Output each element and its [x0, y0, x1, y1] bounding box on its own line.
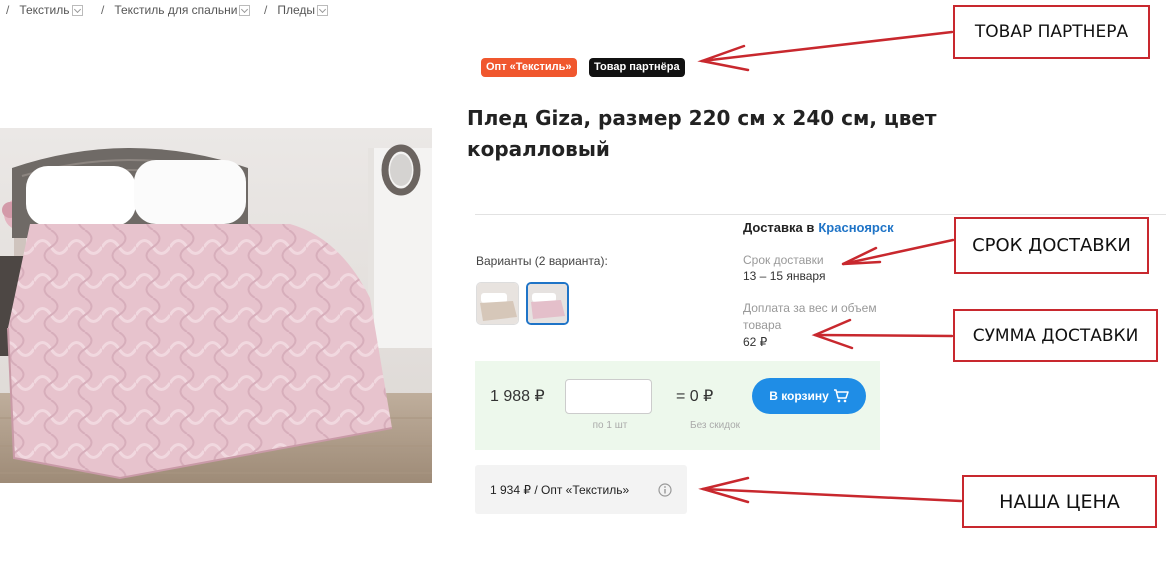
callout-delivery-term: СРОК ДОСТАВКИ: [954, 217, 1149, 274]
callout-our-price: НАША ЦЕНА: [962, 475, 1157, 528]
partner-badge: Товар партнёра: [589, 58, 685, 77]
arrow-delivery-term: [841, 238, 955, 266]
product-image[interactable]: [0, 128, 432, 483]
add-to-cart-label: В корзину: [769, 389, 829, 403]
delivery-city-link[interactable]: Красноярск: [818, 220, 893, 235]
breadcrumb-item-textile[interactable]: / Текстиль: [6, 3, 83, 17]
delivery-surcharge-value: 62 ₽: [743, 335, 768, 349]
breadcrumb-label[interactable]: Пледы: [277, 3, 315, 17]
callout-delivery-sum: СУММА ДОСТАВКИ: [953, 309, 1158, 362]
delivery-heading: Доставка в Красноярск: [743, 220, 894, 235]
chevron-down-icon[interactable]: [317, 4, 329, 16]
variants-label: Варианты (2 варианта):: [476, 254, 608, 268]
callout-partner: ТОВАР ПАРТНЕРА: [953, 5, 1150, 59]
chevron-down-icon[interactable]: [71, 4, 83, 16]
unit-price: 1 988 ₽: [490, 388, 545, 405]
product-title: Плед Giza, размер 220 см х 240 см, цвет …: [467, 106, 937, 161]
seller-badge[interactable]: Опт «Текстиль»: [481, 58, 577, 77]
delivery-heading-label: Доставка в: [743, 220, 815, 235]
quantity-input[interactable]: [565, 379, 652, 414]
breadcrumb-label[interactable]: Текстиль: [19, 3, 69, 17]
breadcrumb-separator: /: [6, 3, 10, 17]
variant-thumbnail-image: [477, 283, 518, 324]
breadcrumb-item-bedroom-textile[interactable]: / Текстиль для спальни: [101, 3, 251, 17]
arrow-our-price: [698, 476, 963, 504]
arrow-partner: [697, 30, 954, 72]
delivery-term-value: 13 – 15 января: [743, 269, 826, 283]
breadcrumb-separator: /: [101, 3, 105, 17]
delivery-surcharge-label: Доплата за вес и объем товара: [743, 301, 877, 332]
breadcrumb-separator: /: [264, 3, 268, 17]
quantity-note: по 1 шт: [592, 420, 628, 431]
variant-thumbnail-selected[interactable]: [526, 282, 569, 325]
breadcrumb-item-blankets[interactable]: / Пледы: [264, 3, 329, 17]
discount-note: Без скидок: [690, 420, 740, 431]
chevron-down-icon[interactable]: [239, 4, 251, 16]
cart-icon: [833, 389, 849, 403]
our-price-text: 1 934 ₽ / Опт «Текстиль»: [490, 483, 630, 497]
bed-illustration: [0, 128, 432, 483]
info-icon[interactable]: [658, 483, 672, 497]
variant-thumbnail-image: [528, 284, 567, 323]
delivery-term-label: Срок доставки: [743, 253, 824, 267]
add-to-cart-button[interactable]: В корзину: [752, 378, 866, 414]
divider: [475, 214, 1166, 215]
total-price: = 0 ₽: [676, 388, 714, 405]
breadcrumb-label[interactable]: Текстиль для спальни: [114, 3, 237, 17]
variant-thumbnail[interactable]: [476, 282, 519, 325]
